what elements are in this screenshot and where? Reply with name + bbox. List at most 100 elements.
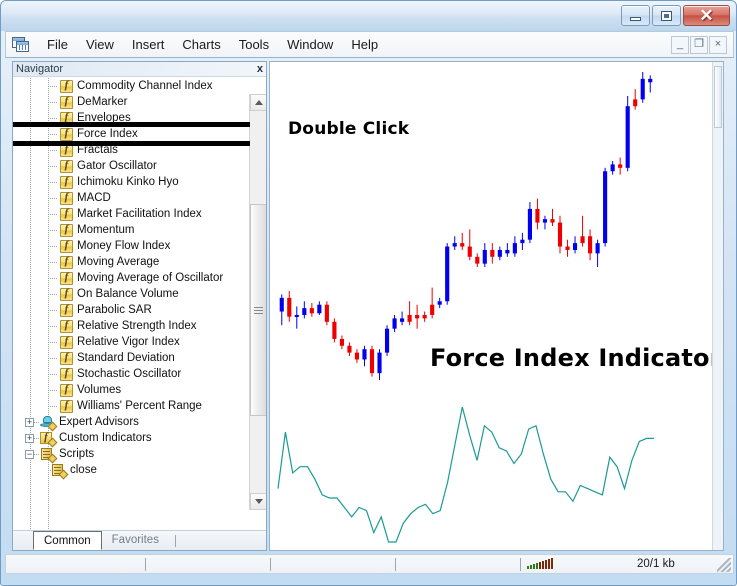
script-icon	[51, 463, 69, 479]
tree-item-label: Gator Oscillator	[77, 160, 157, 172]
chart-scrollbar[interactable]	[712, 62, 723, 550]
tree-item-moving-average-of-oscillator[interactable]: Moving Average of Oscillator	[13, 270, 250, 286]
tree-item-force-index[interactable]: Force Index	[13, 126, 250, 142]
tree-item-commodity-channel-index[interactable]: Commodity Channel Index	[13, 78, 250, 94]
scroll-thumb-grip-icon	[254, 306, 263, 314]
scroll-down-arrow-icon[interactable]	[250, 493, 266, 510]
tab-common[interactable]: Common	[33, 531, 102, 550]
menu-item-window[interactable]: Window	[278, 34, 342, 55]
mdi-minimize-button[interactable]: _	[671, 35, 689, 54]
tree-item-moving-average[interactable]: Moving Average	[13, 254, 250, 270]
signal-strength-icon	[527, 557, 601, 569]
tree-elbow	[48, 294, 58, 295]
tree-item-relative-vigor-index[interactable]: Relative Vigor Index	[13, 334, 250, 350]
collapse-icon[interactable]: −	[25, 450, 34, 459]
indicator-f-icon	[60, 271, 73, 285]
tree-item-close[interactable]: close	[13, 462, 250, 479]
title-bar: ✕	[1, 1, 736, 31]
tree-item-label: Envelopes	[77, 112, 131, 124]
tree-item-standard-deviation[interactable]: Standard Deviation	[13, 350, 250, 366]
tab-favorites[interactable]: Favorites	[102, 531, 169, 550]
tree-elbow	[48, 310, 58, 311]
tree-elbow	[48, 214, 58, 215]
tree-item-market-facilitation-index[interactable]: Market Facilitation Index	[13, 206, 250, 222]
tree-elbow	[48, 198, 58, 199]
tree-item-money-flow-index[interactable]: Money Flow Index	[13, 238, 250, 254]
tree-item-label: MACD	[77, 192, 111, 204]
menu-item-file[interactable]: File	[38, 34, 77, 55]
tree-item-label: Stochastic Oscillator	[77, 368, 182, 380]
indicator-f-icon	[60, 175, 73, 189]
indicator-f-icon	[60, 399, 73, 413]
tree-item-scripts[interactable]: − Scripts	[13, 446, 250, 463]
menu-item-tools[interactable]: Tools	[230, 34, 278, 55]
indicator-f-icon	[60, 159, 73, 173]
tree-elbow	[48, 278, 58, 279]
tree-elbow	[48, 262, 58, 263]
expert-advisor-icon	[40, 415, 58, 431]
tree-item-custom-indicators[interactable]: + Custom Indicators	[13, 430, 250, 447]
chart-scrollbar-thumb[interactable]	[714, 66, 722, 128]
tree-item-label: Momentum	[77, 224, 135, 236]
expand-icon[interactable]: +	[25, 434, 34, 443]
tree-item-williams-percent-range[interactable]: Williams' Percent Range	[13, 398, 250, 414]
indicator-f-icon	[60, 383, 73, 397]
tree-item-demarker[interactable]: DeMarker	[13, 94, 250, 110]
indicator-f-icon	[60, 111, 73, 125]
double-click-annotation: Double Click	[288, 119, 410, 139]
menu-item-charts[interactable]: Charts	[173, 34, 229, 55]
maximize-button[interactable]	[652, 5, 681, 26]
status-cell-3	[271, 557, 396, 571]
tree-item-gator-oscillator[interactable]: Gator Oscillator	[13, 158, 250, 174]
tree-item-label: Custom Indicators	[59, 432, 152, 444]
navigator-tab-strip: Common Favorites	[13, 530, 266, 550]
navigator-body: Commodity Channel Index DeMarker Envelopes…	[13, 78, 266, 530]
scroll-up-arrow-icon[interactable]	[250, 94, 266, 111]
tree-item-label: On Balance Volume	[77, 288, 179, 300]
tree-item-on-balance-volume[interactable]: On Balance Volume	[13, 286, 250, 302]
tree-item-parabolic-sar[interactable]: Parabolic SAR	[13, 302, 250, 318]
mdi-close-button[interactable]: ×	[709, 35, 727, 54]
indicator-f-icon	[60, 95, 73, 109]
tree-item-label: close	[70, 464, 97, 476]
tree-elbow	[48, 118, 58, 119]
tree-item-volumes[interactable]: Volumes	[13, 382, 250, 398]
navigator-scrollbar[interactable]	[249, 94, 266, 510]
tree-elbow	[48, 230, 58, 231]
tree-item-fractals[interactable]: Fractals	[13, 142, 250, 158]
close-icon: ✕	[699, 6, 714, 25]
mdi-restore-button[interactable]: ❐	[690, 35, 708, 54]
navigator-title-bar: Navigator x	[13, 62, 266, 77]
tree-elbow	[48, 134, 58, 135]
tree-elbow	[48, 102, 58, 103]
tree-elbow	[48, 86, 58, 87]
expand-icon[interactable]: +	[25, 418, 34, 427]
indicator-f-icon	[60, 127, 73, 141]
menu-item-insert[interactable]: Insert	[123, 34, 174, 55]
status-cell-4	[396, 557, 521, 571]
network-traffic-label: 20/1 kb	[637, 558, 675, 570]
menu-item-view[interactable]: View	[77, 34, 123, 55]
resize-grip-icon[interactable]	[717, 558, 731, 572]
tree-item-ichimoku-kinko-hyo[interactable]: Ichimoku Kinko Hyo	[13, 174, 250, 190]
tree-item-stochastic-oscillator[interactable]: Stochastic Oscillator	[13, 366, 250, 382]
tree-item-expert-advisors[interactable]: + Expert Advisors	[13, 414, 250, 431]
indicator-f-icon	[60, 239, 73, 253]
tree-item-macd[interactable]: MACD	[13, 190, 250, 206]
tree-item-label: Williams' Percent Range	[77, 400, 202, 412]
close-button[interactable]: ✕	[683, 5, 730, 26]
navigator-close-icon[interactable]: x	[257, 63, 263, 75]
tree-item-label: Volumes	[77, 384, 122, 396]
indicator-tree[interactable]: Commodity Channel Index DeMarker Envelopes…	[13, 78, 250, 530]
scrollbar-thumb[interactable]	[250, 204, 266, 416]
tree-item-momentum[interactable]: Momentum	[13, 222, 250, 238]
minimize-button[interactable]	[621, 5, 650, 26]
tree-item-label: Expert Advisors	[59, 416, 139, 428]
chart-window[interactable]: Double Click Force Index Indicator	[269, 61, 724, 551]
indicator-f-icon	[60, 335, 73, 349]
window-control-buttons: ✕	[621, 5, 730, 26]
tree-item-envelopes[interactable]: Envelopes	[13, 110, 250, 126]
status-bar: 20/1 kb	[5, 554, 734, 574]
menu-item-help[interactable]: Help	[342, 34, 387, 55]
tree-item-relative-strength-index[interactable]: Relative Strength Index	[13, 318, 250, 334]
